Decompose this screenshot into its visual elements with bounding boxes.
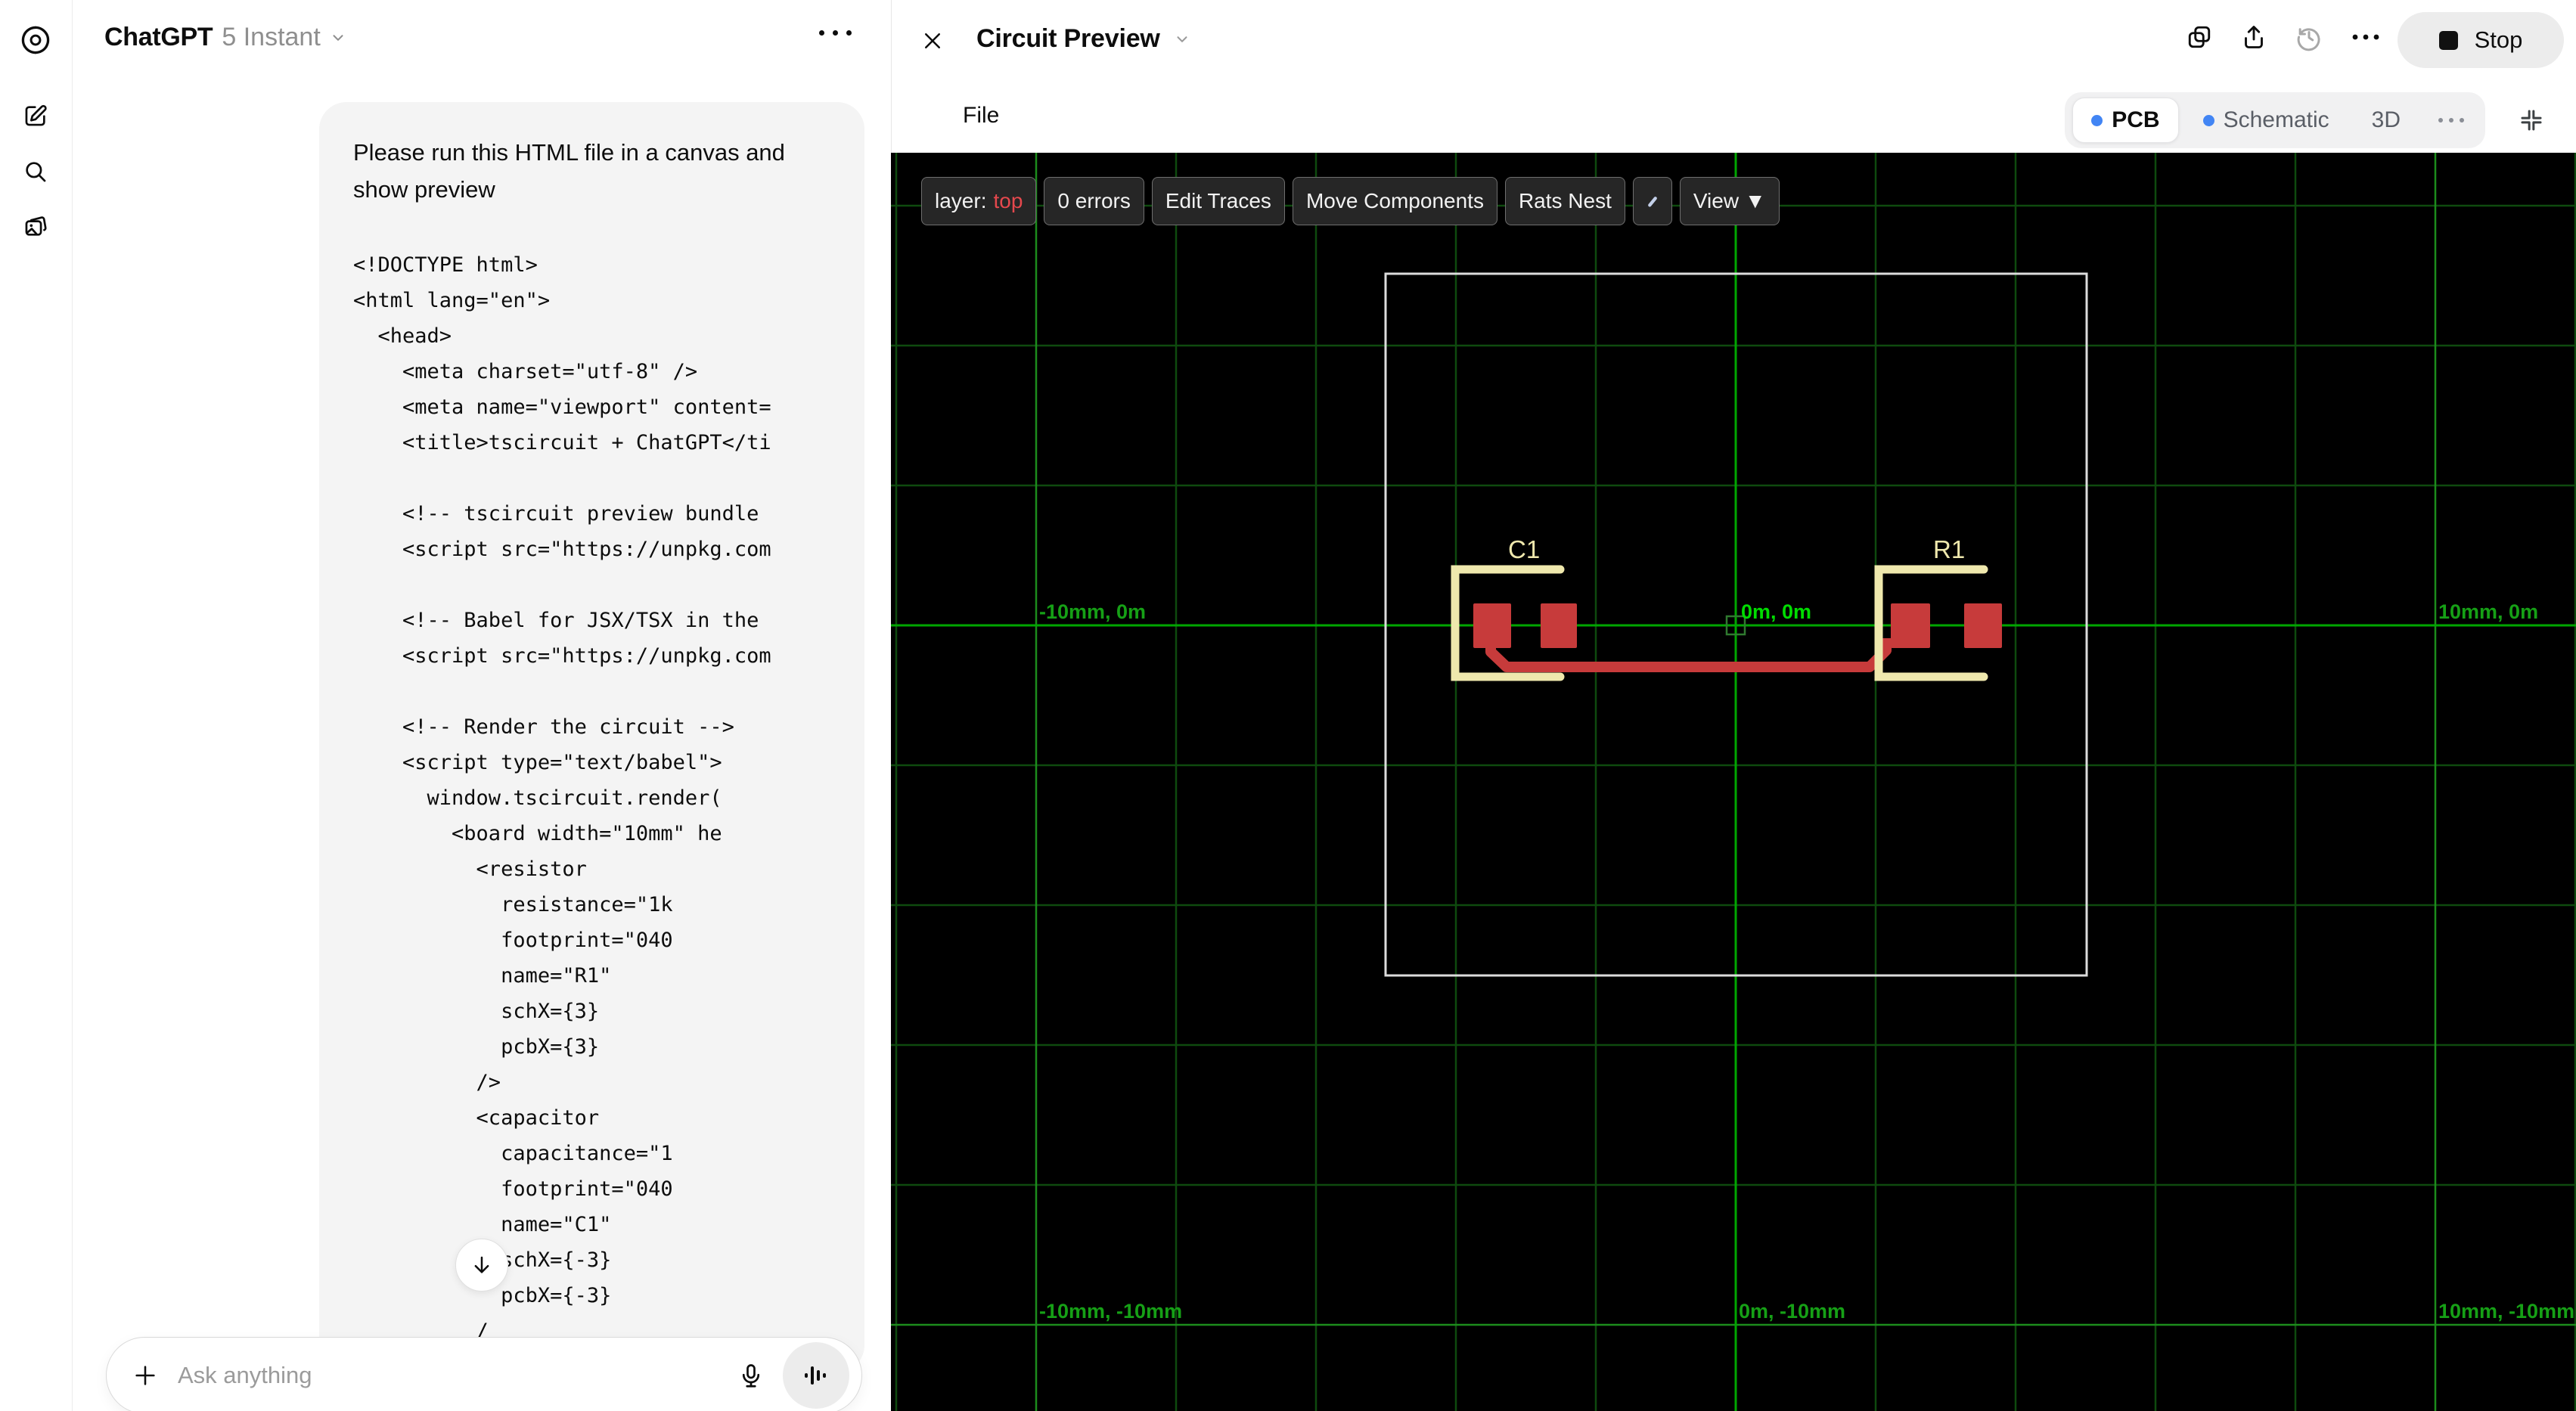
user-message-bubble: Please run this HTML file in a canvas an… — [319, 102, 864, 1372]
model-name: 5 Instant — [222, 23, 321, 51]
view-menu-button[interactable]: View ▼ — [1679, 177, 1780, 225]
chevron-down-icon — [1177, 36, 1187, 42]
layer-value: top — [993, 189, 1023, 212]
model-switcher[interactable]: ChatGPT 5 Instant — [104, 23, 346, 52]
copy-icon — [2188, 26, 2211, 48]
share-button[interactable] — [2240, 23, 2267, 51]
plus-icon — [135, 1366, 155, 1385]
search-icon — [26, 162, 46, 182]
view-tabs: PCB Schematic 3D — [2065, 92, 2485, 148]
layer-prefix: layer: — [935, 189, 987, 212]
tab-schematic[interactable]: Schematic — [2185, 98, 2348, 142]
schematic-status-dot — [2202, 114, 2214, 126]
attach-button[interactable] — [132, 1363, 158, 1388]
panel-title-row: Circuit Preview Stop — [892, 0, 2576, 79]
sidebar-rail — [0, 0, 73, 1411]
tabs-more-button[interactable] — [2425, 118, 2478, 122]
tab-pcb-label: PCB — [2112, 107, 2160, 132]
voice-waveform-icon — [805, 1366, 826, 1385]
chatgpt-logo-icon[interactable] — [17, 21, 54, 59]
voice-mode-button[interactable] — [783, 1342, 849, 1409]
panel-more-button[interactable] — [2351, 33, 2381, 42]
stop-label: Stop — [2474, 26, 2523, 53]
chevron-down-icon — [333, 34, 343, 41]
chat-header: ChatGPT 5 Instant — [73, 0, 891, 79]
component-ref-c1: C1 — [1508, 535, 1540, 563]
tab-pcb[interactable]: PCB — [2072, 98, 2179, 143]
panel-actions — [2186, 23, 2381, 51]
grid-minor-lines — [891, 153, 2576, 1411]
tab-3d-label: 3D — [2371, 107, 2401, 132]
grid-coordinate-labels: -10mm, 0m 10mm, 0m -10mm, -10mm 0m, -10m… — [1039, 600, 2574, 1323]
copy-button[interactable] — [2186, 23, 2213, 51]
rats-nest-button[interactable]: Rats Nest — [1504, 177, 1625, 225]
composer — [106, 1337, 862, 1411]
search-button[interactable] — [17, 153, 54, 191]
library-button[interactable] — [17, 207, 54, 245]
app-screen: ChatGPT 5 Instant Please run this HTML f… — [0, 0, 2576, 1411]
component-ref-r1: R1 — [1933, 535, 1965, 563]
pencil-tool-button[interactable] — [1632, 177, 1672, 225]
arrow-down-icon — [474, 1256, 489, 1273]
grid-center-axes — [891, 153, 2576, 1411]
origin-label: 0m, 0m — [1741, 600, 1811, 623]
scroll-to-bottom-button[interactable] — [455, 1239, 508, 1292]
canvas-title: Circuit Preview — [976, 24, 1160, 53]
pcb-toolbar: layer: top 0 errors Edit Traces Move Com… — [921, 177, 1780, 225]
grid-label: -10mm, -10mm — [1039, 1300, 1182, 1323]
pencil-icon — [1648, 197, 1657, 207]
library-icon — [25, 216, 47, 236]
close-canvas-button[interactable] — [916, 24, 949, 57]
grid-label: 0m, -10mm — [1739, 1300, 1845, 1323]
share-upload-icon — [2245, 26, 2263, 48]
edit-traces-button[interactable]: Edit Traces — [1151, 177, 1285, 225]
dictate-button[interactable] — [737, 1362, 765, 1389]
app-title: ChatGPT — [104, 23, 213, 51]
grid-label: 10mm, -10mm — [2438, 1300, 2574, 1323]
tab-schematic-label: Schematic — [2223, 107, 2329, 132]
pcb-drawing: C1 R1 0m, 0m -10mm, 0m 10mm, 0m -10mm, -… — [891, 153, 2576, 1411]
file-menu[interactable]: File — [951, 97, 1011, 135]
history-icon — [2297, 28, 2320, 51]
close-icon — [925, 33, 940, 48]
collapse-canvas-button[interactable] — [2514, 103, 2549, 138]
canvas-title-dropdown[interactable]: Circuit Preview — [976, 24, 1190, 54]
history-button[interactable] — [2295, 23, 2323, 51]
canvas-panel-header: Circuit Preview Stop File PCB Schematic … — [891, 0, 2576, 153]
pcb-status-dot — [2091, 114, 2103, 126]
exit-fullscreen-icon — [2521, 110, 2542, 131]
grid-label: 10mm, 0m — [2438, 600, 2538, 623]
new-chat-icon — [25, 104, 47, 126]
more-dots-icon — [2352, 34, 2379, 40]
tab-3d[interactable]: 3D — [2354, 98, 2419, 142]
errors-button[interactable]: 0 errors — [1044, 177, 1144, 225]
conversation-menu-button[interactable] — [819, 30, 852, 36]
microphone-icon — [742, 1364, 760, 1388]
move-components-button[interactable]: Move Components — [1292, 177, 1497, 225]
grid-label: -10mm, 0m — [1039, 600, 1146, 623]
stop-square-icon — [2438, 30, 2458, 50]
grid-major-lines — [891, 153, 2576, 1411]
user-message-text: Please run this HTML file in a canvas an… — [353, 139, 792, 203]
pcb-canvas[interactable]: C1 R1 0m, 0m -10mm, 0m 10mm, 0m -10mm, -… — [891, 153, 2576, 1411]
message-input[interactable] — [176, 1361, 719, 1390]
new-chat-button[interactable] — [17, 97, 54, 135]
layer-button[interactable]: layer: top — [921, 177, 1037, 225]
code-block: <!DOCTYPE html> <html lang="en"> <head> … — [353, 253, 771, 1343]
stop-button[interactable]: Stop — [2398, 12, 2564, 68]
panel-menu-row: File PCB Schematic 3D — [892, 79, 2576, 153]
